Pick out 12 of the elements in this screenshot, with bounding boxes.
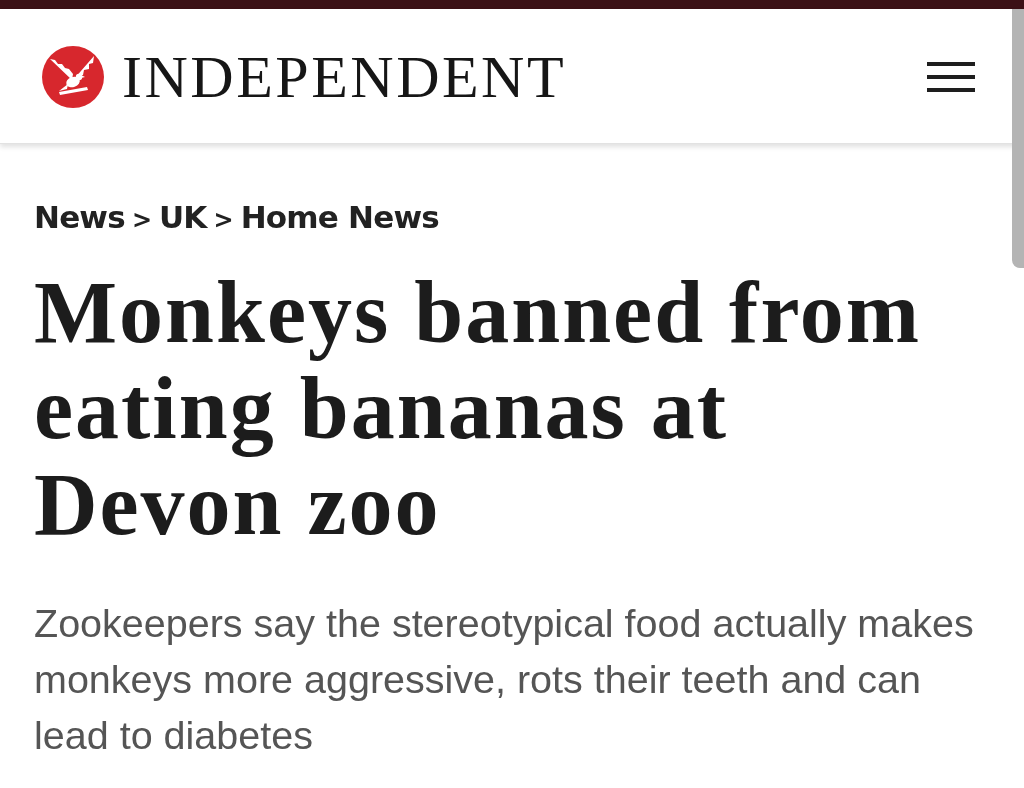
site-logo[interactable]: INDEPENDENT — [42, 46, 567, 108]
breadcrumb-link[interactable]: News — [34, 198, 125, 236]
scrollbar[interactable] — [1012, 9, 1024, 268]
article-standfirst: Zookeepers say the stereotypical food actually makes monkeys more aggressive, rots their teeth and can lead to diabetes — [34, 600, 975, 759]
breadcrumb-separator: > — [213, 205, 234, 236]
menu-button[interactable] — [926, 61, 976, 93]
breadcrumb-link[interactable]: Home News — [240, 198, 439, 236]
bird-logo-icon — [42, 46, 104, 108]
breadcrumb-separator: > — [131, 205, 152, 236]
breadcrumb-link[interactable]: UK — [159, 198, 207, 236]
menu-icon — [926, 61, 976, 93]
article-headline: Monkeys banned from eating bananas at Devon zoo — [34, 265, 923, 553]
